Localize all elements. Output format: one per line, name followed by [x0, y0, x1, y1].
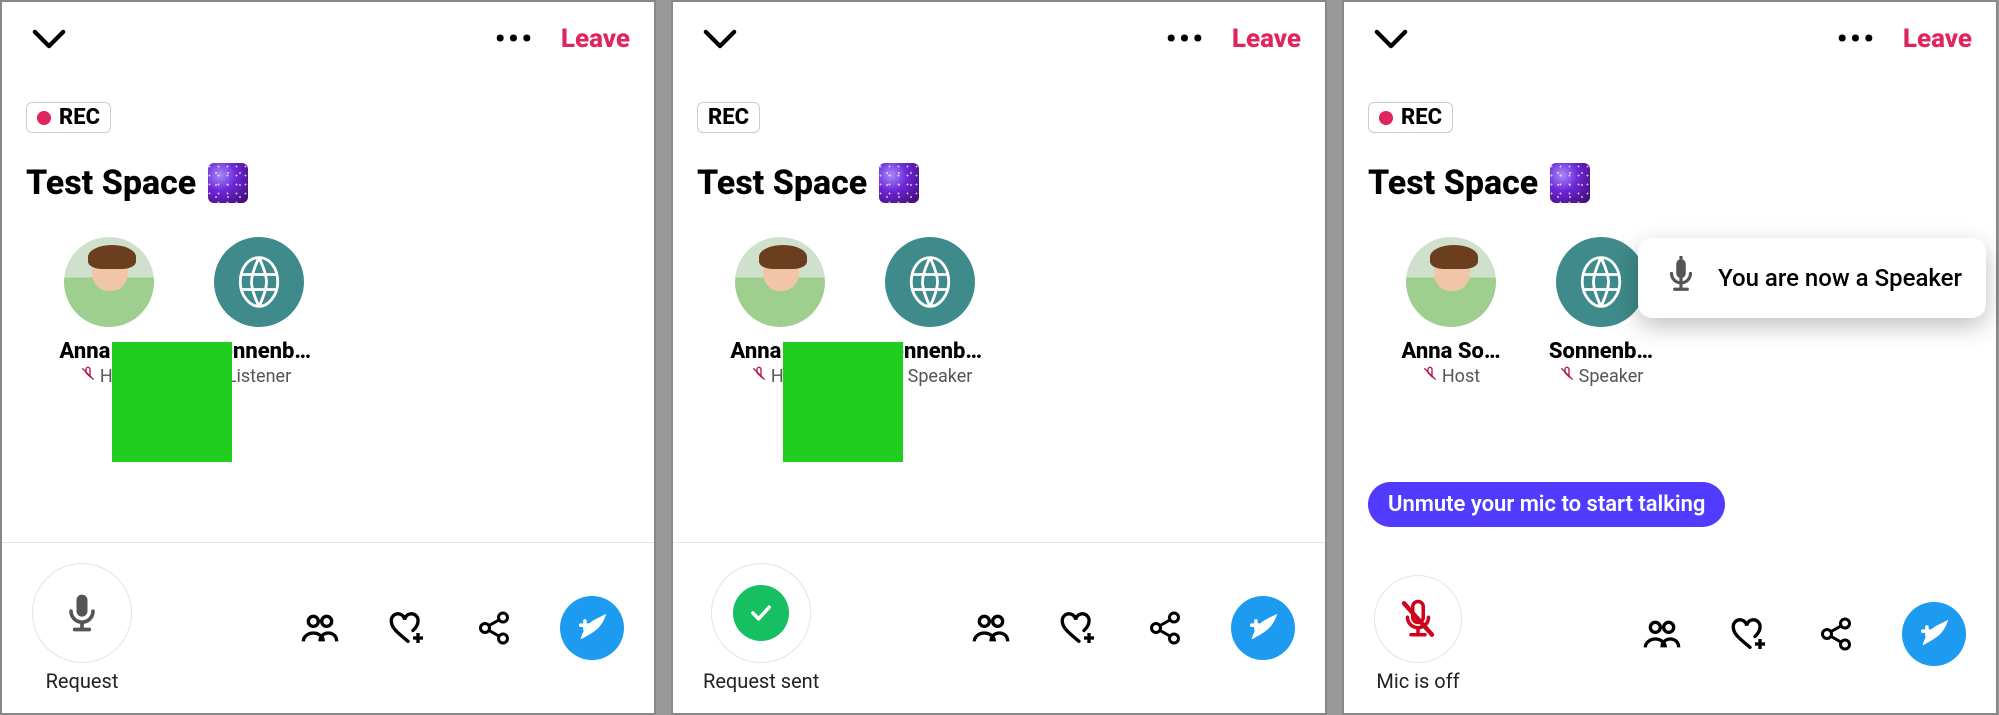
collapse-chevron-icon[interactable] [703, 22, 737, 56]
participant-listener[interactable]: Sonnenb… Listener [204, 237, 314, 387]
footer: Request [2, 542, 654, 713]
participant-name: Anna So… [730, 339, 829, 364]
header: ••• Leave [2, 2, 654, 66]
rec-label: REC [59, 105, 100, 130]
participant-speaker[interactable]: Sonnenb… Speaker [875, 237, 985, 387]
speaker-toast: You are now a Speaker [1638, 238, 1986, 318]
participant-role: Speaker [1559, 366, 1644, 387]
compose-button[interactable] [560, 596, 624, 660]
participant-role: Host [80, 366, 138, 387]
avatar [735, 237, 825, 327]
participants-list: Anna So… Host Sonnenb… Listener [2, 213, 654, 387]
mic-status-label: Mic is off [1376, 669, 1459, 693]
share-icon[interactable] [1818, 616, 1854, 652]
leave-button[interactable]: Leave [1903, 24, 1972, 54]
galaxy-emoji-icon [208, 163, 248, 203]
participant-name: Anna So… [1401, 339, 1500, 364]
galaxy-emoji-icon [1550, 163, 1590, 203]
avatar [885, 237, 975, 327]
avatar [64, 237, 154, 327]
participant-host[interactable]: Anna So… Host [725, 237, 835, 387]
participant-host[interactable]: Anna So… Host [54, 237, 164, 387]
collapse-chevron-icon[interactable] [32, 22, 66, 56]
people-icon[interactable] [971, 608, 1011, 648]
request-mic-button[interactable] [32, 563, 132, 663]
participant-role: Speaker [888, 366, 973, 387]
compose-button[interactable] [1902, 602, 1966, 666]
participant-name: Anna So… [59, 339, 158, 364]
galaxy-emoji-icon [879, 163, 919, 203]
participant-name: Sonnenb… [1549, 339, 1653, 364]
participant-name: Sonnenb… [207, 339, 311, 364]
leave-button[interactable]: Leave [561, 24, 630, 54]
compose-feather-icon [1917, 617, 1951, 651]
space-title: Test Space [697, 163, 867, 203]
heart-plus-icon[interactable] [388, 608, 428, 648]
collapse-chevron-icon[interactable] [1374, 22, 1408, 56]
footer: Request sent [673, 542, 1325, 713]
mic-off-icon [1397, 598, 1439, 640]
space-title-row: Test Space [673, 133, 1325, 213]
footer: Mic is off [1344, 535, 1996, 713]
mic-toggle-button[interactable] [1374, 575, 1462, 663]
participants-list: Anna So… Host Sonnenb… Speaker [673, 213, 1325, 387]
participant-name: Sonnenb… [878, 339, 982, 364]
people-icon[interactable] [300, 608, 340, 648]
recording-badge: REC [1368, 102, 1453, 133]
avatar [214, 237, 304, 327]
screen-request: ••• Leave REC Test Space Anna So… Host [0, 0, 656, 715]
request-sent-button[interactable] [711, 563, 811, 663]
compose-feather-icon [575, 611, 609, 645]
recording-badge: REC [697, 102, 760, 133]
request-label: Request [46, 669, 119, 693]
people-icon[interactable] [1642, 614, 1682, 654]
screen-speaker: ••• Leave REC Test Space Anna So… Host [1342, 0, 1998, 715]
share-icon[interactable] [476, 610, 512, 646]
space-title: Test Space [26, 163, 196, 203]
recording-badge: REC [26, 102, 111, 133]
participant-role: Listener [227, 366, 291, 387]
rec-label: REC [1401, 105, 1442, 130]
rec-dot-icon [1379, 111, 1393, 125]
header: ••• Leave [673, 2, 1325, 66]
request-sent-label: Request sent [703, 669, 819, 693]
heart-plus-icon[interactable] [1059, 608, 1099, 648]
avatar [1556, 237, 1646, 327]
microphone-icon [1662, 256, 1700, 300]
participant-host[interactable]: Anna So… Host [1396, 237, 1506, 387]
space-title-row: Test Space [2, 133, 654, 213]
participant-role: Host [1422, 366, 1480, 387]
muted-mic-icon [1559, 366, 1575, 387]
rec-dot-icon [37, 111, 51, 125]
header: ••• Leave [1344, 2, 1996, 66]
muted-mic-icon [80, 366, 96, 387]
checkmark-icon [733, 585, 789, 641]
space-title-row: Test Space [1344, 133, 1996, 213]
muted-mic-icon [1422, 366, 1438, 387]
compose-button[interactable] [1231, 596, 1295, 660]
share-icon[interactable] [1147, 610, 1183, 646]
more-options-icon[interactable]: ••• [1166, 32, 1206, 46]
toast-text: You are now a Speaker [1718, 264, 1962, 292]
avatar [1406, 237, 1496, 327]
more-options-icon[interactable]: ••• [495, 32, 535, 46]
muted-mic-icon [751, 366, 767, 387]
participant-role: Host [751, 366, 809, 387]
more-options-icon[interactable]: ••• [1837, 32, 1877, 46]
unmute-tooltip: Unmute your mic to start talking [1368, 482, 1725, 527]
leave-button[interactable]: Leave [1232, 24, 1301, 54]
rec-label: REC [708, 105, 749, 130]
compose-feather-icon [1246, 611, 1280, 645]
muted-mic-icon [888, 366, 904, 387]
heart-plus-icon[interactable] [1730, 614, 1770, 654]
microphone-icon [60, 591, 104, 635]
space-title: Test Space [1368, 163, 1538, 203]
screen-request-sent: ••• Leave REC Test Space Anna So… Host [671, 0, 1327, 715]
